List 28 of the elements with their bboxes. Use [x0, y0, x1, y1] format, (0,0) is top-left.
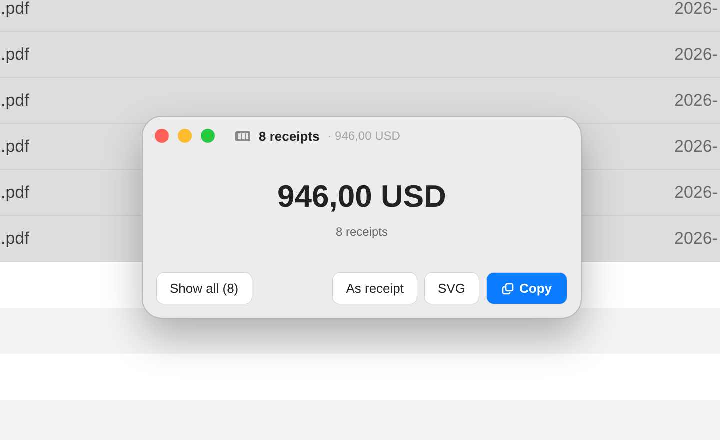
action-button[interactable]: As receipt: [333, 273, 418, 304]
action-button[interactable]: SVG: [425, 273, 478, 304]
file-row[interactable]: .pdf 2026-: [0, 0, 720, 32]
file-date: 2026-: [674, 44, 718, 64]
window-subtitle: · 946,00 USD: [328, 129, 400, 143]
file-name: .pdf: [1, 0, 30, 18]
file-name: .pdf: [1, 44, 30, 64]
file-name: .pdf: [1, 90, 30, 110]
file-date: 2026-: [674, 0, 718, 18]
receipt-count: 8 receipts: [336, 225, 388, 239]
film-icon: [235, 130, 251, 142]
file-name: .pdf: [1, 182, 30, 202]
file-name: .pdf: [1, 228, 30, 248]
file-date: 2026-: [674, 136, 718, 156]
file-date: 2026-: [674, 90, 718, 110]
window-title: 8 receipts: [259, 128, 320, 144]
zoom-button[interactable]: [201, 129, 215, 143]
file-row[interactable]: .pdf 2026-: [0, 32, 720, 78]
file-name: .pdf: [1, 136, 30, 156]
close-button[interactable]: [155, 129, 169, 143]
copy-button[interactable]: Copy: [486, 273, 567, 304]
action-button[interactable]: Show all (8): [157, 273, 252, 304]
copy-icon: [502, 282, 514, 294]
total-amount: 946,00 USD: [278, 179, 446, 215]
minimize-button[interactable]: [178, 129, 192, 143]
file-date: 2026-: [674, 228, 718, 248]
file-date: 2026-: [674, 182, 718, 202]
file-row[interactable]: .pdf 2026-: [0, 78, 720, 124]
